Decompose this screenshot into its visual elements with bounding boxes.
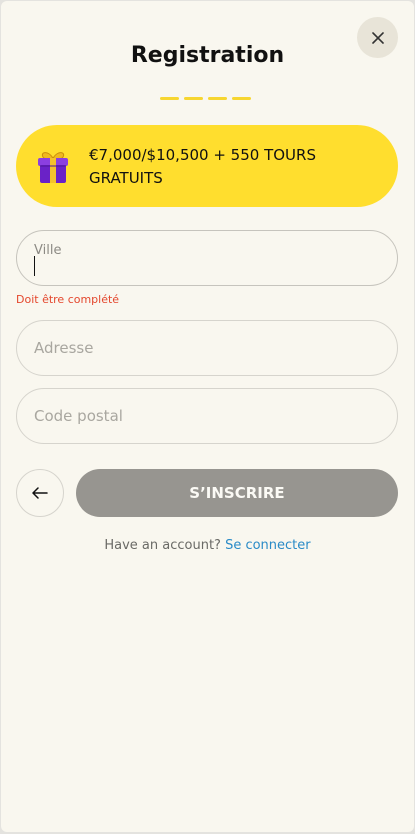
bonus-banner: €7,000/$10,500 + 550 TOURS GRATUITS (16, 125, 398, 207)
postal-code-field[interactable]: Code postal (16, 388, 398, 444)
step-indicator (160, 97, 251, 100)
step-dash (232, 97, 251, 100)
city-field[interactable]: Ville (16, 230, 398, 286)
close-icon (371, 31, 384, 44)
address-field[interactable]: Adresse (16, 320, 398, 376)
step-dash (184, 97, 203, 100)
city-error-message: Doit être complété (16, 293, 120, 306)
back-button[interactable] (16, 469, 64, 517)
bonus-text: €7,000/$10,500 + 550 TOURS GRATUITS (89, 146, 316, 187)
gift-icon (38, 152, 68, 183)
address-placeholder: Adresse (34, 339, 94, 357)
arrow-left-icon (32, 487, 48, 499)
postal-code-placeholder: Code postal (34, 407, 123, 425)
city-field-label: Ville (34, 243, 62, 258)
step-dash (160, 97, 179, 100)
login-link[interactable]: Se connecter (225, 538, 311, 553)
page-title: Registration (130, 43, 285, 68)
registration-panel: Registration €7,000/$10,500 + 550 TOURS … (1, 1, 414, 832)
login-prompt-text: Have an account? (104, 538, 221, 553)
login-prompt: Have an account? Se connecter (1, 538, 414, 553)
text-cursor (34, 256, 35, 276)
register-submit-button[interactable]: S’INSCRIRE (76, 469, 398, 517)
step-dash (208, 97, 227, 100)
